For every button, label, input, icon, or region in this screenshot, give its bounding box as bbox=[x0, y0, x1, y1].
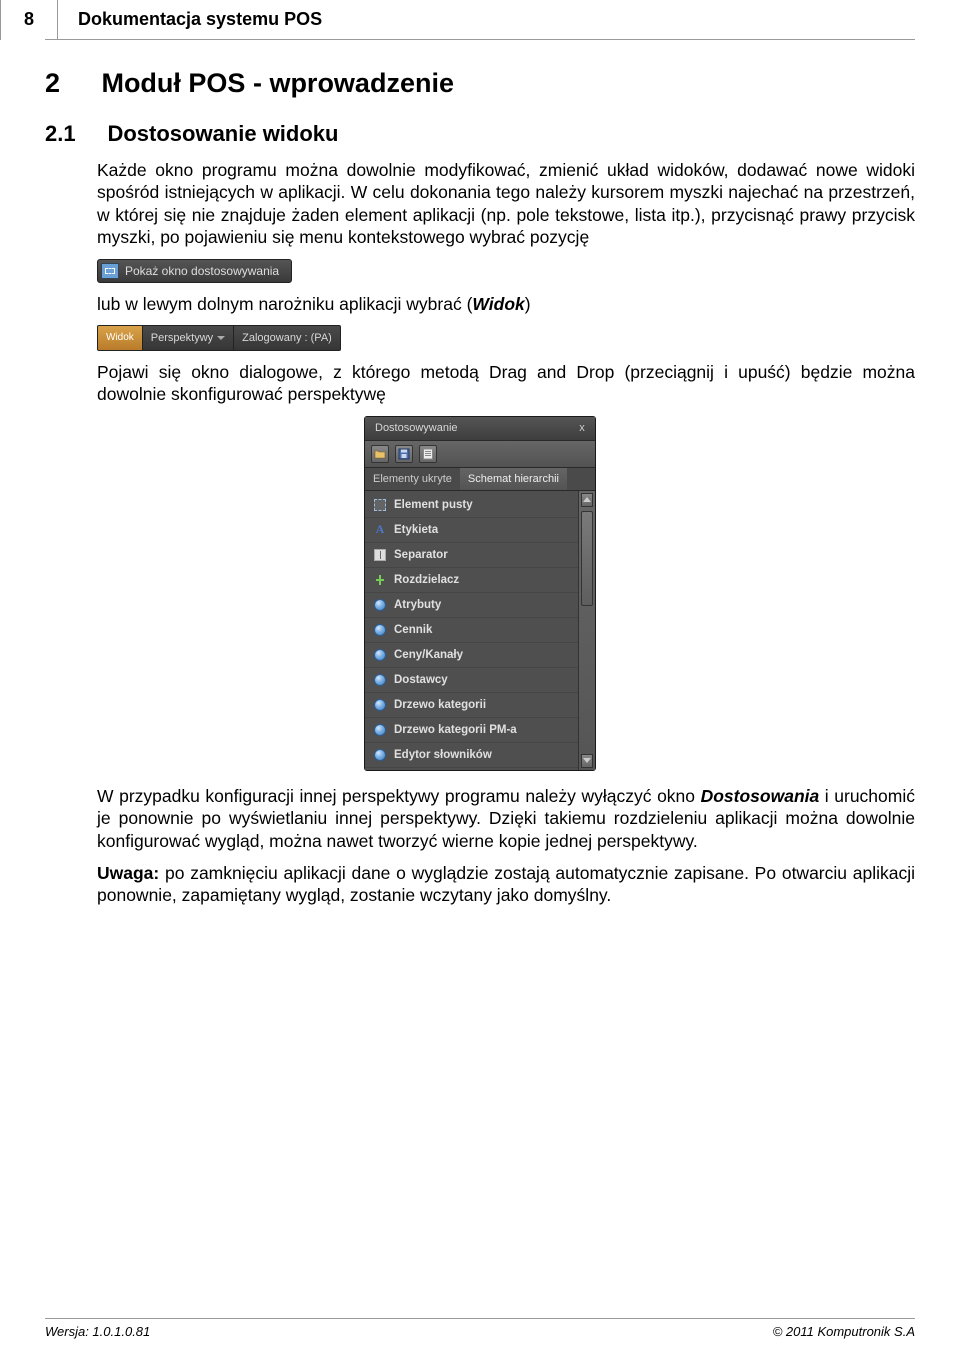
context-menu-item[interactable]: Pokaż okno dostosowywania bbox=[97, 259, 292, 283]
page-number: 8 bbox=[0, 0, 58, 40]
list-item[interactable]: AEtykieta bbox=[365, 518, 578, 543]
doc-title: Dokumentacja systemu POS bbox=[58, 9, 322, 30]
tab-hidden-elements[interactable]: Elementy ukryte bbox=[365, 468, 460, 490]
paragraph-2: lub w lewym dolnym narożniku aplikacji w… bbox=[97, 293, 915, 315]
customize-dialog: Dostosowywanie x Elementy ukryte Schemat… bbox=[364, 416, 596, 771]
label-icon: A bbox=[373, 523, 387, 537]
empty-element-icon bbox=[373, 498, 387, 512]
h1-text: Moduł POS - wprowadzenie bbox=[101, 68, 454, 98]
heading-1: 2 Moduł POS - wprowadzenie bbox=[45, 68, 915, 99]
dialog-title: Dostosowywanie bbox=[375, 422, 458, 434]
status-bar: Widok Perspektywy Zalogowany : (PA) bbox=[97, 325, 341, 351]
dialog-titlebar[interactable]: Dostosowywanie x bbox=[365, 417, 595, 441]
context-menu-label: Pokaż okno dostosowywania bbox=[125, 264, 279, 278]
sheet-icon bbox=[422, 448, 434, 460]
close-icon[interactable]: x bbox=[575, 422, 589, 435]
module-icon bbox=[373, 648, 387, 662]
paragraph-3: Pojawi się okno dialogowe, z którego met… bbox=[97, 361, 915, 406]
heading-2: 2.1 Dostosowanie widoku bbox=[45, 121, 915, 147]
list-item[interactable]: Edytor słowników bbox=[365, 743, 578, 768]
list-item[interactable]: Rozdzielacz bbox=[365, 568, 578, 593]
dialog-toolbar bbox=[365, 441, 595, 468]
document-page: 8 Dokumentacja systemu POS 2 Moduł POS -… bbox=[0, 0, 960, 1357]
paragraph-5: Uwaga: po zamknięciu aplikacji dane o wy… bbox=[97, 862, 915, 907]
scrollbar[interactable] bbox=[578, 491, 595, 770]
list-item[interactable]: Separator bbox=[365, 543, 578, 568]
version-label: Wersja: 1.0.1.0.81 bbox=[45, 1324, 150, 1339]
list-item[interactable]: Drzewo kategorii PM-a bbox=[365, 718, 578, 743]
chevron-down-icon bbox=[583, 758, 591, 763]
status-bar-figure: Widok Perspektywy Zalogowany : (PA) bbox=[97, 325, 915, 351]
save-button[interactable] bbox=[395, 445, 413, 463]
page-footer: Wersja: 1.0.1.0.81 © 2011 Komputronik S.… bbox=[45, 1318, 915, 1339]
h1-number: 2 bbox=[45, 68, 97, 99]
customize-window-icon bbox=[101, 263, 119, 279]
chevron-down-icon bbox=[217, 336, 225, 340]
folder-open-icon bbox=[374, 448, 386, 460]
list-item[interactable]: Ceny/Kanały bbox=[365, 643, 578, 668]
list-item[interactable]: Dostawcy bbox=[365, 668, 578, 693]
logged-in-label: Zalogowany : (PA) bbox=[233, 326, 340, 350]
save-icon bbox=[398, 448, 410, 460]
scroll-down-button[interactable] bbox=[581, 754, 593, 768]
list-item[interactable]: Atrybuty bbox=[365, 593, 578, 618]
module-icon bbox=[373, 748, 387, 762]
options-button[interactable] bbox=[419, 445, 437, 463]
tab-hierarchy-schema[interactable]: Schemat hierarchii bbox=[460, 468, 567, 490]
context-menu-figure: Pokaż okno dostosowywania bbox=[97, 259, 915, 283]
chevron-up-icon bbox=[583, 497, 591, 502]
splitter-icon bbox=[373, 573, 387, 587]
list-item[interactable]: Cennik bbox=[365, 618, 578, 643]
h2-number: 2.1 bbox=[45, 121, 103, 147]
h2-text: Dostosowanie widoku bbox=[107, 121, 338, 146]
list-item[interactable]: Drzewo kategorii bbox=[365, 693, 578, 718]
open-button[interactable] bbox=[371, 445, 389, 463]
perspektywy-dropdown[interactable]: Perspektywy bbox=[142, 326, 233, 350]
module-icon bbox=[373, 598, 387, 612]
module-icon bbox=[373, 673, 387, 687]
paragraph-4: W przypadku konfiguracji innej perspekty… bbox=[97, 785, 915, 852]
module-icon bbox=[373, 623, 387, 637]
scroll-thumb[interactable] bbox=[581, 511, 593, 606]
dialog-tabs: Elementy ukryte Schemat hierarchii bbox=[365, 468, 595, 491]
dialog-list: Element pusty AEtykieta Separator Rozdzi… bbox=[365, 491, 578, 770]
module-icon bbox=[373, 698, 387, 712]
page-header: 8 Dokumentacja systemu POS bbox=[45, 0, 915, 40]
dialog-body: Element pusty AEtykieta Separator Rozdzi… bbox=[365, 491, 595, 770]
copyright-label: © 2011 Komputronik S.A bbox=[773, 1324, 915, 1339]
list-item[interactable]: Element pusty bbox=[365, 493, 578, 518]
scroll-up-button[interactable] bbox=[581, 493, 593, 507]
module-icon bbox=[373, 723, 387, 737]
separator-icon bbox=[373, 548, 387, 562]
paragraph-1: Każde okno programu można dowolnie modyf… bbox=[97, 159, 915, 249]
widok-button[interactable]: Widok bbox=[98, 326, 142, 350]
